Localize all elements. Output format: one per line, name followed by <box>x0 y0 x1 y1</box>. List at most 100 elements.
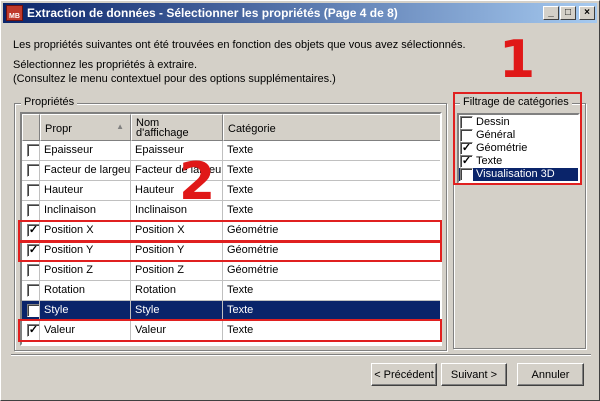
row-checkbox[interactable] <box>27 204 39 217</box>
header-category-label: Catégorie <box>228 123 276 135</box>
row-property: Position X <box>40 221 131 240</box>
table-row[interactable]: Position Z Position Z Géométrie <box>22 261 440 281</box>
row-category: Géométrie <box>227 244 279 256</box>
annotation-number-1: 1 <box>499 30 536 90</box>
row-category: Texte <box>227 324 254 336</box>
row-checkbox[interactable] <box>27 144 39 157</box>
next-button[interactable]: Suivant > <box>441 363 507 386</box>
row-property: Valeur <box>40 321 131 340</box>
row-checkbox[interactable] <box>27 264 39 277</box>
row-category: Texte <box>227 164 254 176</box>
header-check-column[interactable] <box>22 114 40 141</box>
sort-ascending-icon: ▲ <box>116 122 124 131</box>
category-checkbox[interactable] <box>460 129 473 142</box>
category-label: Géométrie <box>476 142 528 154</box>
app-logo-icon: MB <box>6 5 23 21</box>
row-check-cell[interactable] <box>22 181 40 200</box>
row-check-cell[interactable]: ✓ <box>22 241 40 260</box>
table-row[interactable]: ✓ Valeur Valeur Texte <box>22 321 440 341</box>
row-category: Géométrie <box>227 264 279 276</box>
row-checkbox[interactable] <box>27 164 39 177</box>
row-checkbox[interactable]: ✓ <box>27 224 39 237</box>
category-label: Général <box>476 129 516 141</box>
row-checkbox[interactable] <box>27 284 39 297</box>
row-property: Rotation <box>40 281 131 300</box>
row-check-cell[interactable] <box>22 301 40 320</box>
footer-separator <box>11 354 591 356</box>
table-row[interactable]: Rotation Rotation Texte <box>22 281 440 301</box>
header-property[interactable]: Propr ▲ <box>40 114 131 141</box>
row-display-name: Position Y <box>131 241 223 260</box>
title-bar[interactable]: MB Extraction de données - Sélectionner … <box>3 3 597 23</box>
row-property: Position Y <box>40 241 131 260</box>
row-display-name: Valeur <box>131 321 223 340</box>
row-check-cell[interactable] <box>22 141 40 160</box>
table-row[interactable]: Epaisseur Epaisseur Texte <box>22 141 440 161</box>
row-check-cell[interactable]: ✓ <box>22 321 40 340</box>
category-list[interactable]: Dessin Général ✓ Géométrie ✓ Texte Visualisati… <box>457 113 580 184</box>
maximize-button[interactable]: □ <box>560 6 576 20</box>
row-display-name: Position Z <box>131 261 223 280</box>
category-filter-label: Filtrage de catégories <box>460 96 572 108</box>
row-checkbox[interactable]: ✓ <box>27 244 39 257</box>
row-check-cell[interactable] <box>22 201 40 220</box>
properties-grid[interactable]: Propr ▲ Nom d'affichage Catégorie Epaiss… <box>20 112 442 346</box>
row-category: Texte <box>227 204 254 216</box>
table-row[interactable]: ✓ Position Y Position Y Géométrie <box>22 241 440 261</box>
category-label: Dessin <box>476 116 510 128</box>
window-title: Extraction de données - Sélectionner les… <box>27 6 398 20</box>
row-property: Epaisseur <box>40 141 131 160</box>
properties-group-label: Propriétés <box>21 96 78 108</box>
row-category: Texte <box>227 144 254 156</box>
header-category[interactable]: Catégorie <box>223 114 440 141</box>
category-item[interactable]: Visualisation 3D <box>459 168 578 181</box>
minimize-button[interactable]: _ <box>543 6 559 20</box>
table-row[interactable]: Inclinaison Inclinaison Texte <box>22 201 440 221</box>
category-checkbox[interactable]: ✓ <box>460 155 473 168</box>
row-property: Inclinaison <box>40 201 131 220</box>
table-row[interactable]: Hauteur Hauteur Texte <box>22 181 440 201</box>
row-display-name: Position X <box>131 221 223 240</box>
row-check-cell[interactable] <box>22 261 40 280</box>
row-property: Facteur de largeur <box>40 161 131 180</box>
intro-line-3: (Consultez le menu contextuel pour des o… <box>13 73 336 85</box>
category-item[interactable]: Dessin <box>459 116 578 129</box>
table-row[interactable]: Facteur de largeur Facteur de largeur Text… <box>22 161 440 181</box>
table-row[interactable]: ✓ Position X Position X Géométrie <box>22 221 440 241</box>
category-item[interactable]: Général <box>459 129 578 142</box>
category-item[interactable]: ✓ Texte <box>459 155 578 168</box>
category-item[interactable]: ✓ Géométrie <box>459 142 578 155</box>
row-checkbox[interactable]: ✓ <box>27 324 39 337</box>
header-property-label: Propr <box>45 123 72 135</box>
row-checkbox[interactable] <box>27 304 39 317</box>
row-checkbox[interactable] <box>27 184 39 197</box>
row-property: Style <box>40 301 131 320</box>
row-check-cell[interactable] <box>22 281 40 300</box>
row-display-name: Style <box>131 301 223 320</box>
close-button[interactable]: × <box>579 6 595 20</box>
intro-line-2: Sélectionnez les propriétés à extraire. <box>13 59 198 71</box>
row-property: Position Z <box>40 261 131 280</box>
category-checkbox[interactable] <box>460 168 473 181</box>
row-category: Texte <box>227 184 254 196</box>
back-button[interactable]: < Précédent <box>371 363 437 386</box>
category-label: Visualisation 3D <box>476 168 555 180</box>
row-category: Texte <box>227 304 254 316</box>
dialog-window: MB Extraction de données - Sélectionner … <box>0 0 600 401</box>
header-display-name-line2: d'affichage <box>136 127 189 139</box>
category-checkbox[interactable]: ✓ <box>460 142 473 155</box>
row-check-cell[interactable]: ✓ <box>22 221 40 240</box>
row-property: Hauteur <box>40 181 131 200</box>
row-display-name: Rotation <box>131 281 223 300</box>
intro-line-1: Les propriétés suivantes ont été trouvée… <box>13 39 466 51</box>
row-category: Texte <box>227 284 254 296</box>
grid-header: Propr ▲ Nom d'affichage Catégorie <box>22 114 440 141</box>
row-check-cell[interactable] <box>22 161 40 180</box>
table-row[interactable]: Style Style Texte <box>22 301 440 321</box>
category-checkbox[interactable] <box>460 116 473 129</box>
annotation-number-2: 2 <box>179 152 216 212</box>
header-display-name[interactable]: Nom d'affichage <box>131 114 223 141</box>
row-category: Géométrie <box>227 224 279 236</box>
category-label: Texte <box>476 155 503 167</box>
cancel-button[interactable]: Annuler <box>517 363 584 386</box>
